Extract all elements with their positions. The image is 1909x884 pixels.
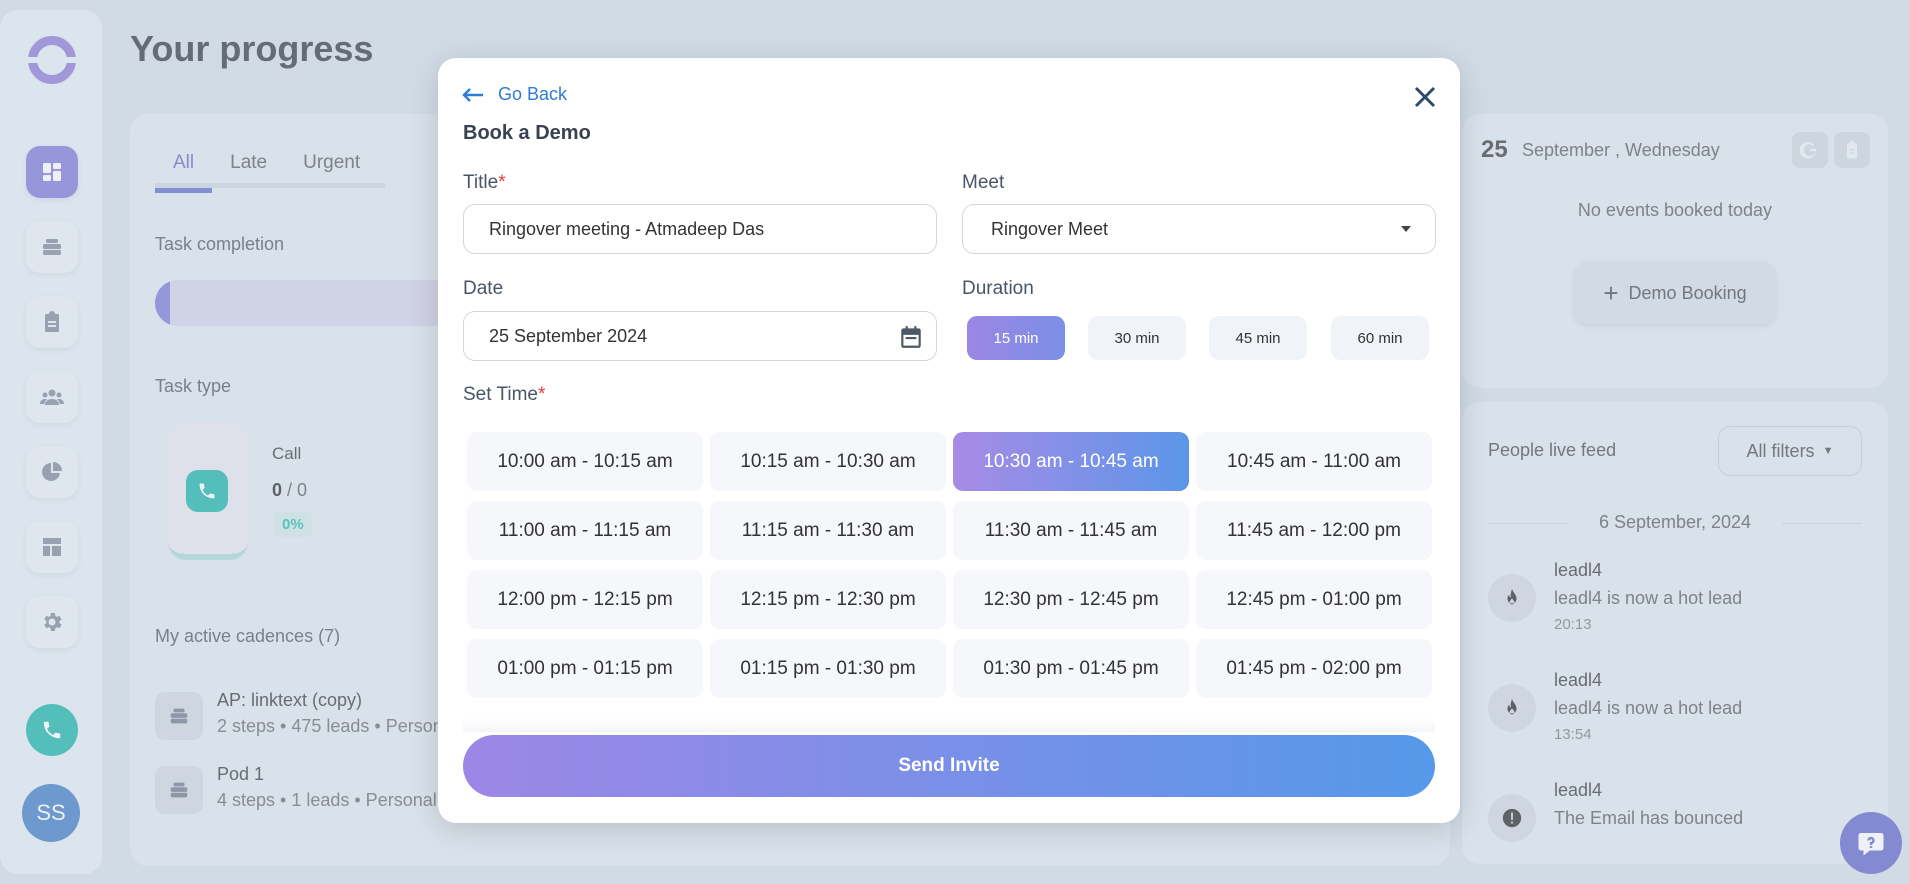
title-field-label: Title* bbox=[463, 172, 506, 194]
close-button[interactable] bbox=[1412, 84, 1438, 110]
go-back-link[interactable]: Go Back bbox=[462, 84, 567, 105]
duration-field-label: Duration bbox=[962, 278, 1034, 299]
time-slot[interactable]: 11:00 am - 11:15 am bbox=[467, 501, 703, 560]
time-slot[interactable]: 12:45 pm - 01:00 pm bbox=[1196, 570, 1432, 629]
time-slot[interactable]: 12:30 pm - 12:45 pm bbox=[953, 570, 1189, 629]
time-slot[interactable]: 10:45 am - 11:00 am bbox=[1196, 432, 1432, 491]
title-label-text: Title bbox=[463, 172, 499, 193]
time-slot[interactable]: 10:15 am - 10:30 am bbox=[710, 432, 946, 491]
arrow-left-icon bbox=[462, 87, 483, 102]
set-time-label-text: Set Time bbox=[463, 384, 538, 405]
time-slot[interactable]: 01:30 pm - 01:45 pm bbox=[953, 639, 1189, 698]
send-invite-button[interactable]: Send Invite bbox=[463, 735, 1435, 797]
time-slot[interactable]: 11:15 am - 11:30 am bbox=[710, 501, 946, 560]
modal-title: Book a Demo bbox=[463, 122, 591, 144]
go-back-label: Go Back bbox=[498, 84, 568, 104]
duration-30-button[interactable]: 30 min bbox=[1088, 316, 1186, 360]
duration-45-button[interactable]: 45 min bbox=[1209, 316, 1307, 360]
time-slot[interactable]: 01:00 pm - 01:15 pm bbox=[467, 639, 703, 698]
time-slot[interactable]: 11:45 am - 12:00 pm bbox=[1196, 501, 1432, 560]
set-time-label: Set Time* bbox=[463, 384, 545, 406]
time-slot[interactable]: 01:15 pm - 01:30 pm bbox=[710, 639, 946, 698]
title-input-wrapper bbox=[463, 204, 937, 254]
time-slot[interactable]: 12:00 pm - 12:15 pm bbox=[467, 570, 703, 629]
book-demo-modal: Go Back Book a Demo Title* Meet Ringover… bbox=[438, 58, 1460, 823]
duration-60-button[interactable]: 60 min bbox=[1331, 316, 1429, 360]
close-icon bbox=[1414, 86, 1436, 108]
meet-selected-value: Ringover Meet bbox=[991, 218, 1109, 239]
required-marker: * bbox=[537, 384, 546, 405]
caret-down-icon bbox=[1401, 226, 1411, 232]
time-slot[interactable]: 11:30 am - 11:45 am bbox=[953, 501, 1189, 560]
time-slot-selected[interactable]: 10:30 am - 10:45 am bbox=[953, 432, 1189, 491]
time-slot-grid: 10:00 am - 10:15 am 10:15 am - 10:30 am … bbox=[467, 432, 1433, 698]
time-slot[interactable]: 01:45 pm - 02:00 pm bbox=[1196, 639, 1432, 698]
duration-15-button[interactable]: 15 min bbox=[967, 316, 1065, 360]
meet-field-label: Meet bbox=[962, 172, 1005, 193]
scroll-shade bbox=[463, 718, 1435, 732]
date-picker[interactable]: 25 September 2024 bbox=[463, 311, 937, 361]
title-input[interactable] bbox=[489, 218, 911, 240]
date-field-label: Date bbox=[463, 278, 504, 299]
date-value: 25 September 2024 bbox=[489, 325, 648, 346]
meet-select[interactable]: Ringover Meet bbox=[962, 204, 1436, 254]
time-slot[interactable]: 10:00 am - 10:15 am bbox=[467, 432, 703, 491]
calendar-icon[interactable] bbox=[898, 324, 924, 350]
time-slot[interactable]: 12:15 pm - 12:30 pm bbox=[710, 570, 946, 629]
required-marker: * bbox=[498, 172, 506, 193]
